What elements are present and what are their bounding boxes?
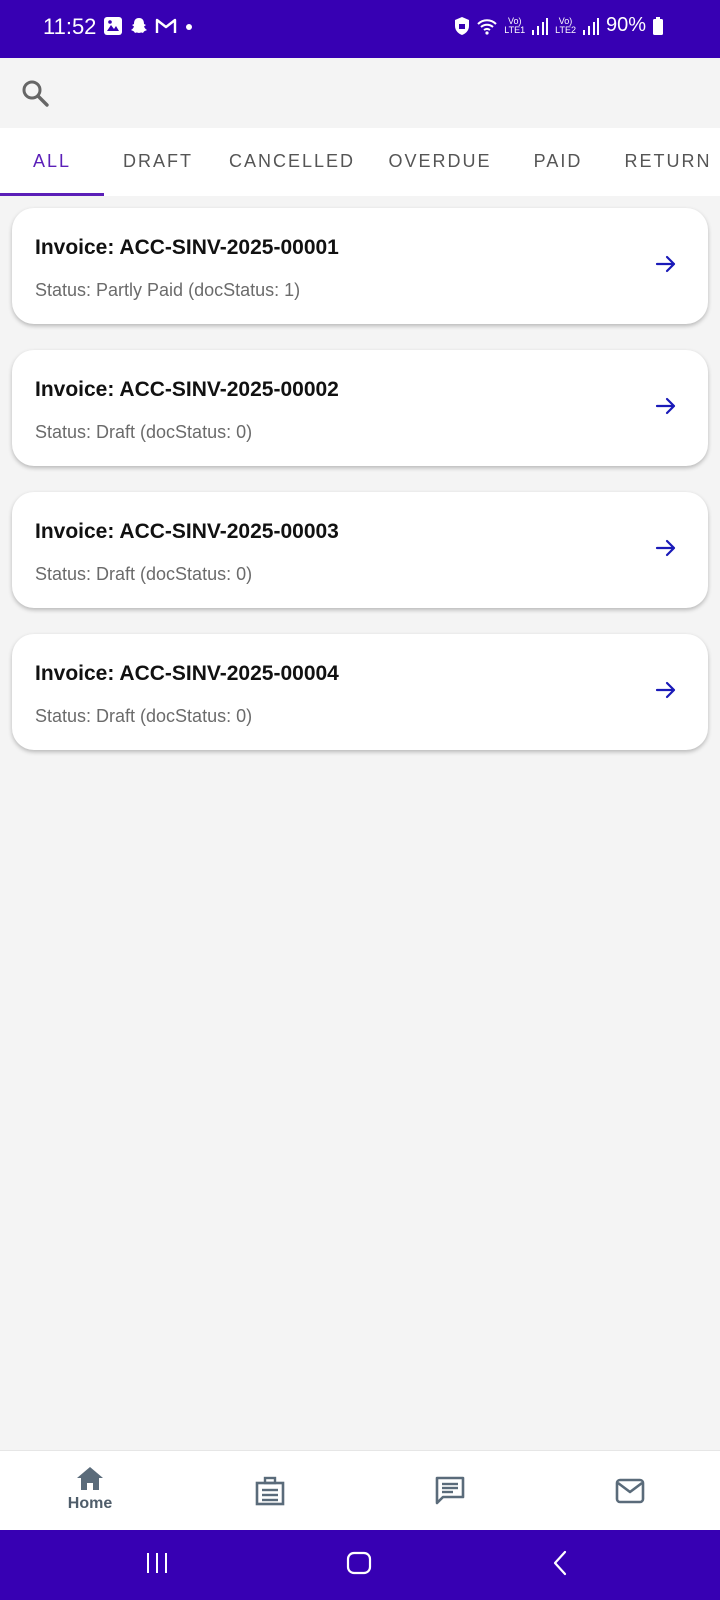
chat-icon	[435, 1476, 465, 1505]
invoice-title: Invoice: ACC-SINV-2025-00001	[35, 236, 339, 259]
status-time: 11:52	[43, 14, 97, 39]
signal-icon	[582, 17, 599, 35]
status-bar: 11:52 Vo) LTE1 Vo) LTE2 90%	[0, 0, 720, 58]
dot-icon	[186, 24, 192, 30]
invoice-status: Status: Draft (docStatus: 0)	[35, 706, 253, 726]
briefcase-icon	[255, 1476, 285, 1506]
sim1-indicator: Vo) LTE1	[504, 15, 526, 35]
invoice-status: Status: Draft (docStatus: 0)	[35, 422, 253, 442]
invoice-status: Status: Partly Paid (docStatus: 1)	[35, 280, 301, 300]
invoice-title: Invoice: ACC-SINV-2025-00002	[35, 378, 339, 401]
arrow-right-icon[interactable]	[654, 394, 678, 418]
gmail-icon	[155, 18, 177, 33]
nav-briefcase[interactable]	[180, 1451, 360, 1531]
invoice-card[interactable]: Invoice: ACC-SINV-2025-00003 Status: Dra…	[12, 492, 708, 608]
nav-mail[interactable]	[540, 1451, 720, 1531]
sim1-label: LTE1	[504, 24, 526, 35]
invoice-status: Status: Draft (docStatus: 0)	[35, 564, 253, 584]
battery-percentage: 90%	[605, 14, 646, 36]
sim2-indicator: Vo) LTE2	[555, 15, 576, 35]
tab-label: DRAFT	[123, 151, 193, 171]
nav-home[interactable]: Home	[0, 1451, 180, 1531]
tab-return[interactable]: RETURN	[608, 128, 720, 196]
tab-label: CANCELLED	[228, 151, 356, 171]
notification-icons	[103, 16, 195, 36]
system-status-icons: Vo) LTE1 Vo) LTE2 90%	[454, 14, 664, 37]
invoice-filter-tabs: ALL DRAFT CANCELLED OVERDUE PAID RETURN	[0, 128, 720, 196]
search-icon[interactable]	[20, 78, 50, 108]
tab-overdue[interactable]: OVERDUE	[372, 128, 508, 196]
invoice-card[interactable]: Invoice: ACC-SINV-2025-00004 Status: Dra…	[12, 634, 708, 750]
home-button-icon[interactable]	[344, 1548, 374, 1578]
recent-apps-icon[interactable]	[145, 1548, 169, 1578]
mail-icon	[615, 1478, 645, 1504]
tab-draft[interactable]: DRAFT	[104, 128, 212, 196]
tab-label: ALL	[32, 151, 72, 171]
home-icon	[77, 1467, 103, 1490]
tab-label: OVERDUE	[388, 151, 492, 171]
system-navigation-bar	[0, 1530, 720, 1600]
arrow-right-icon[interactable]	[654, 252, 678, 276]
snapchat-icon	[131, 18, 147, 33]
back-icon[interactable]	[548, 1548, 572, 1578]
tab-label: PAID	[533, 151, 583, 171]
wifi-icon	[477, 18, 497, 35]
tab-cancelled[interactable]: CANCELLED	[212, 128, 372, 196]
signal-icon	[532, 17, 549, 35]
tab-paid[interactable]: PAID	[508, 128, 608, 196]
invoice-title: Invoice: ACC-SINV-2025-00003	[35, 520, 339, 543]
nav-home-label: Home	[67, 1495, 113, 1512]
invoice-card[interactable]: Invoice: ACC-SINV-2025-00001 Status: Par…	[12, 208, 708, 324]
tab-all[interactable]: ALL	[0, 128, 104, 196]
sim2-label: LTE2	[555, 24, 576, 35]
nav-chat[interactable]	[360, 1451, 540, 1531]
secure-folder-icon	[455, 16, 470, 35]
invoice-title: Invoice: ACC-SINV-2025-00004	[35, 662, 339, 685]
invoice-list: Invoice: ACC-SINV-2025-00001 Status: Par…	[12, 208, 708, 776]
search-bar[interactable]	[0, 58, 720, 128]
battery-icon	[653, 16, 663, 35]
invoice-card[interactable]: Invoice: ACC-SINV-2025-00002 Status: Dra…	[12, 350, 708, 466]
arrow-right-icon[interactable]	[654, 678, 678, 702]
arrow-right-icon[interactable]	[654, 536, 678, 560]
bottom-navigation: Home	[0, 1450, 720, 1531]
tab-label: RETURN	[624, 151, 712, 171]
gallery-icon	[104, 17, 122, 35]
